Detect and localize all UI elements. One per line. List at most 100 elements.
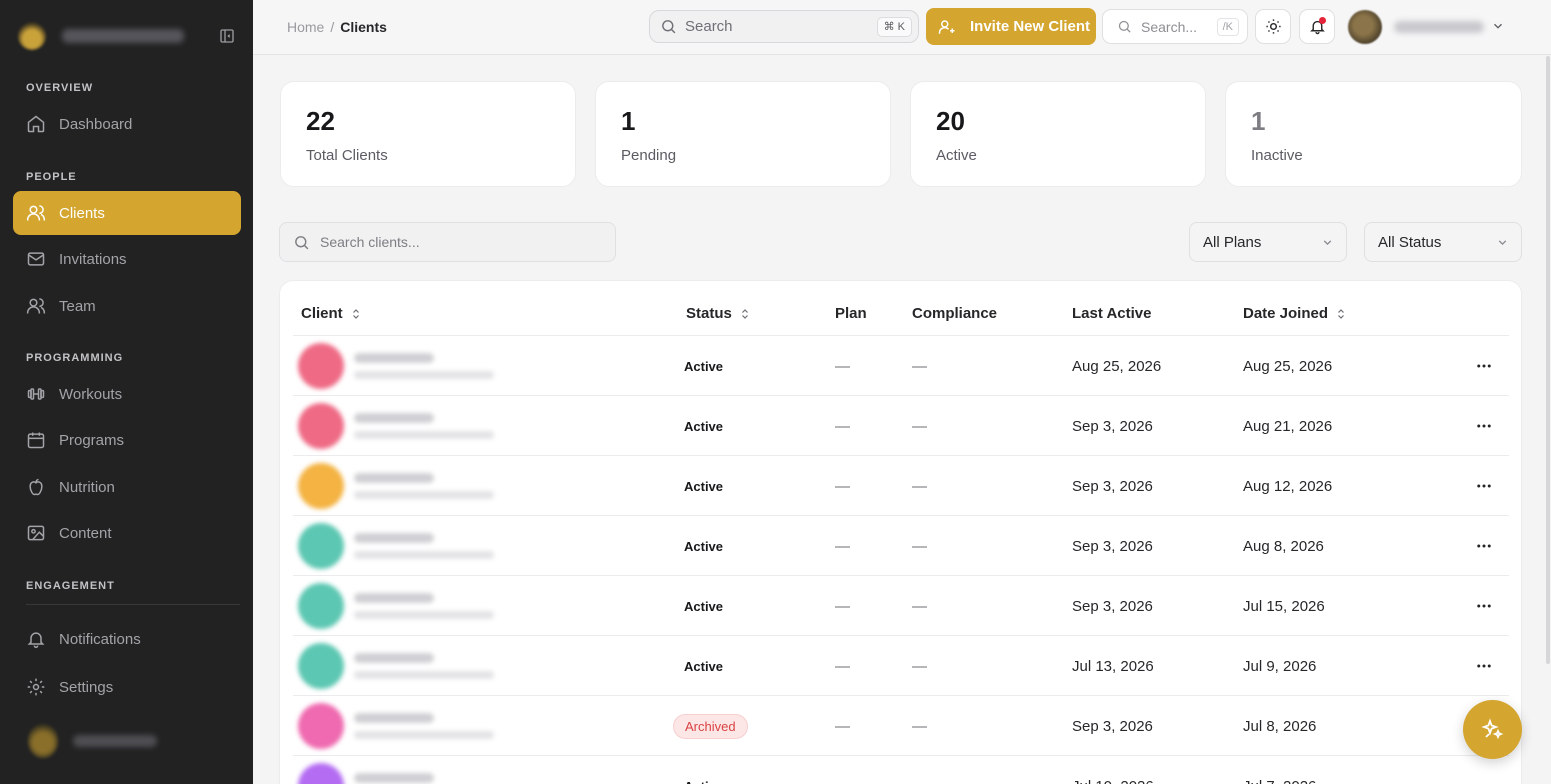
section-engagement: ENGAGEMENT xyxy=(26,580,115,592)
date-joined-cell: Aug 12, 2026 xyxy=(1243,477,1333,495)
last-active-cell: Jul 13, 2026 xyxy=(1072,657,1154,675)
client-cell[interactable] xyxy=(298,696,494,756)
sort-icon xyxy=(1338,308,1344,319)
stat-label: Inactive xyxy=(1251,147,1303,164)
date-joined-cell: Aug 25, 2026 xyxy=(1243,357,1333,375)
chevron-down-icon xyxy=(1498,240,1507,246)
global-search-placeholder: Search xyxy=(685,18,733,35)
quick-search-placeholder: Search... xyxy=(1141,18,1198,35)
row-actions[interactable] xyxy=(1475,336,1493,396)
user-name[interactable] xyxy=(1394,21,1484,33)
ai-assistant-button[interactable] xyxy=(1463,700,1522,759)
avatar xyxy=(298,643,344,689)
team-icon xyxy=(26,298,46,314)
client-cell[interactable] xyxy=(298,756,494,784)
brand-logo xyxy=(18,22,46,50)
more-horizontal-icon[interactable] xyxy=(1475,357,1493,375)
sidebar-item-programs[interactable]: Programs xyxy=(13,418,241,462)
search-icon xyxy=(1118,20,1131,33)
client-search-input[interactable]: Search clients... xyxy=(279,222,616,262)
row-actions[interactable] xyxy=(1475,516,1493,576)
table-row[interactable]: Active — — Sep 3, 2026 Jul 15, 2026 xyxy=(293,575,1509,635)
last-active-cell: Sep 3, 2026 xyxy=(1072,477,1153,495)
row-actions[interactable] xyxy=(1475,756,1493,784)
table-row[interactable]: Active — — Jul 13, 2026 Jul 9, 2026 xyxy=(293,635,1509,695)
column-header-client[interactable]: Client xyxy=(301,305,362,322)
status-badge: Active xyxy=(684,598,724,614)
client-cell[interactable] xyxy=(298,516,494,576)
table-row[interactable]: Active — — Aug 25, 2026 Aug 25, 2026 xyxy=(293,335,1509,395)
sidebar-item-invitations[interactable]: Invitations xyxy=(13,237,241,281)
brand-name xyxy=(62,29,184,43)
sidebar-item-settings[interactable]: Settings xyxy=(13,665,241,709)
sidebar-item-clients[interactable]: Clients xyxy=(13,191,241,235)
more-horizontal-icon[interactable] xyxy=(1475,477,1493,495)
column-header-compliance: Compliance xyxy=(912,305,997,322)
sidebar-item-nutrition[interactable]: Nutrition xyxy=(13,465,241,509)
sidebar-item-workouts[interactable]: Workouts xyxy=(13,372,241,416)
sidebar-collapse-icon[interactable] xyxy=(219,28,235,44)
stat-value: 1 xyxy=(1251,106,1266,136)
client-cell[interactable] xyxy=(298,576,494,636)
dumbbell-icon xyxy=(27,388,45,400)
breadcrumb-home[interactable]: Home xyxy=(287,19,324,35)
column-header-date-joined[interactable]: Date Joined xyxy=(1243,305,1347,322)
status-badge: Active xyxy=(684,418,724,434)
status-badge: Active xyxy=(684,538,724,554)
search-shortcut: ⌘ K xyxy=(876,17,912,37)
scrollbar[interactable] xyxy=(1546,56,1550,664)
table-row[interactable]: Active — — Sep 3, 2026 Aug 8, 2026 xyxy=(293,515,1509,575)
invite-new-client-button[interactable]: Invite New Client xyxy=(926,8,1096,45)
avatar[interactable] xyxy=(1348,10,1382,44)
sparkle-icon xyxy=(1480,717,1503,739)
sidebar-item-dashboard[interactable]: Dashboard xyxy=(13,102,241,146)
status-badge: Active xyxy=(684,478,724,494)
table-row[interactable]: Active — — Sep 3, 2026 Aug 21, 2026 xyxy=(293,395,1509,455)
section-people: PEOPLE xyxy=(26,171,77,183)
calendar-icon xyxy=(27,432,45,449)
notification-dot xyxy=(1319,17,1326,24)
sidebar-item-content[interactable]: Content xyxy=(13,511,241,555)
chevron-down-icon[interactable] xyxy=(1491,19,1505,33)
status-cell: Active xyxy=(673,396,734,456)
status-badge: Active xyxy=(673,775,734,784)
theme-toggle-button[interactable] xyxy=(1255,9,1291,44)
more-horizontal-icon[interactable] xyxy=(1475,777,1493,784)
date-joined-cell: Jul 7, 2026 xyxy=(1243,756,1316,784)
row-actions[interactable] xyxy=(1475,396,1493,456)
sidebar-item-team[interactable]: Team xyxy=(13,284,241,328)
sidebar-user[interactable] xyxy=(28,724,157,758)
plan-filter-select[interactable]: All Plans xyxy=(1189,222,1347,262)
table-row[interactable]: Active — — Sep 3, 2026 Aug 12, 2026 xyxy=(293,455,1509,515)
sidebar-item-label: Invitations xyxy=(59,250,127,268)
avatar xyxy=(298,403,344,449)
status-filter-select[interactable]: All Status xyxy=(1364,222,1522,262)
status-badge: Active xyxy=(684,658,724,674)
sidebar-item-notifications[interactable]: Notifications xyxy=(13,617,241,661)
client-cell[interactable] xyxy=(298,636,494,696)
last-active-cell: Sep 3, 2026 xyxy=(1072,417,1153,435)
plan-cell: — xyxy=(835,537,850,555)
client-cell[interactable] xyxy=(298,396,494,456)
column-header-status[interactable]: Status xyxy=(686,305,751,322)
row-actions[interactable] xyxy=(1475,456,1493,516)
more-horizontal-icon[interactable] xyxy=(1475,537,1493,555)
client-search-placeholder: Search clients... xyxy=(320,234,420,250)
sidebar-item-label: Dashboard xyxy=(59,115,133,133)
user-plus-icon xyxy=(938,19,955,34)
client-cell[interactable] xyxy=(298,456,494,516)
more-horizontal-icon[interactable] xyxy=(1475,417,1493,435)
table-row[interactable]: Archived — — Sep 3, 2026 Jul 8, 2026 xyxy=(293,695,1509,755)
row-actions[interactable] xyxy=(1475,576,1493,636)
compliance-cell: — xyxy=(912,477,927,495)
notifications-button[interactable] xyxy=(1299,9,1335,44)
row-actions[interactable] xyxy=(1475,636,1493,696)
table-row[interactable]: Active — — Jul 10, 2026 Jul 7, 2026 xyxy=(293,755,1509,784)
more-horizontal-icon[interactable] xyxy=(1475,657,1493,675)
breadcrumb-current: Clients xyxy=(340,19,387,35)
quick-search[interactable]: Search... /K xyxy=(1102,9,1248,44)
sidebar: OVERVIEW Dashboard PEOPLE Clients Invita… xyxy=(0,0,253,784)
client-cell[interactable] xyxy=(298,336,494,396)
more-horizontal-icon[interactable] xyxy=(1475,597,1493,615)
global-search[interactable]: Search ⌘ K xyxy=(649,10,919,43)
